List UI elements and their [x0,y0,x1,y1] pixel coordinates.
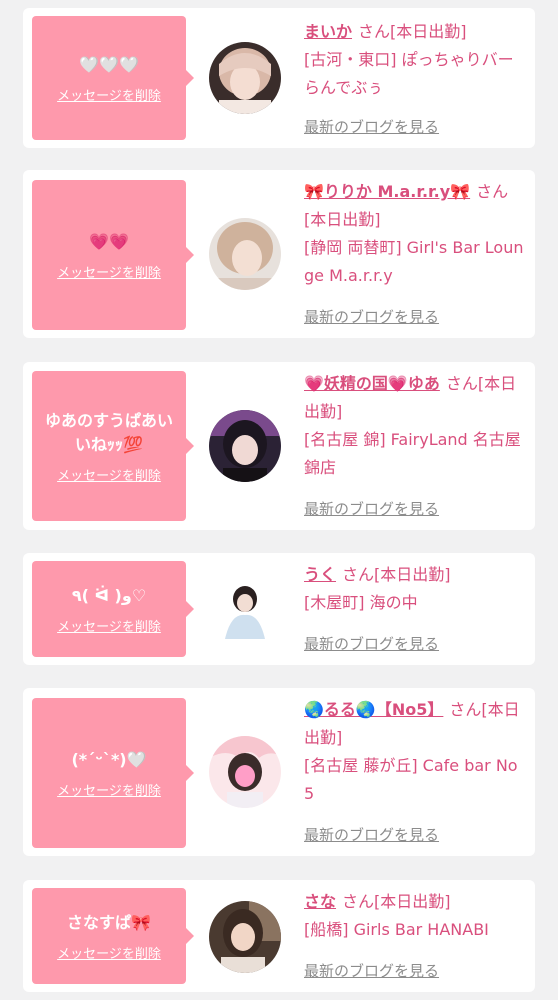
store-name: [船橋] Girls Bar HANABI [304,920,489,939]
store-name: [古河・東口] ぽっちゃりバー らんでぶぅ [304,50,514,97]
message-card: (*ˊᵕˋ*)🤍 メッセージを削除 🌏るる🌏【No5】 さん[本日出勤] [名古屋… [23,688,535,856]
latest-blog-link[interactable]: 最新のブログを見る [304,306,439,327]
message-card: 💗💗 メッセージを削除 🎀りりか M.a.r.r.y🎀 さん [本日出勤] [静岡 … [23,170,535,338]
avatar[interactable] [209,736,281,808]
attendance-status: [本日出勤] [374,892,451,911]
delete-message-link[interactable]: メッセージを削除 [57,616,161,635]
delete-message-link[interactable]: メッセージを削除 [57,465,161,484]
latest-blog-link[interactable]: 最新のブログを見る [304,498,439,519]
honorific: さん [449,700,482,719]
message-bubble: ゆあのすうぱあいいねｯｯ💯 メッセージを削除 [32,371,194,521]
avatar[interactable] [209,42,281,114]
store-name: [静岡 両替町] Girl's Bar Lounge M.a.r.r.y [304,238,524,285]
cast-info: 💗妖精の国💗ゆあ さん[本日出勤] [名古屋 錦] FairyLand 名古屋錦店 [304,370,526,482]
honorific: さん [445,374,478,393]
honorific: さん [358,22,391,41]
cast-info: 🎀りりか M.a.r.r.y🎀 さん [本日出勤] [静岡 両替町] Girl's … [304,178,526,290]
honorific: さん [342,565,375,584]
store-name: [名古屋 錦] FairyLand 名古屋錦店 [304,430,521,477]
avatar[interactable] [209,410,281,482]
latest-blog-link[interactable]: 最新のブログを見る [304,633,439,654]
latest-blog-link[interactable]: 最新のブログを見る [304,824,439,845]
delete-message-link[interactable]: メッセージを削除 [57,943,161,962]
message-text: さなすぱ🎀 [67,912,151,932]
message-bubble: さなすぱ🎀 メッセージを削除 [32,888,194,984]
avatar[interactable] [209,218,281,290]
attendance-status: [本日出勤] [304,210,381,229]
delete-message-link[interactable]: メッセージを削除 [57,262,161,281]
message-text: 💗💗 [89,231,129,251]
cast-name-link[interactable]: 💗妖精の国💗ゆあ [304,374,440,393]
latest-blog-link[interactable]: 最新のブログを見る [304,116,439,137]
cast-name-link[interactable]: 🎀りりか M.a.r.r.y🎀 [304,182,470,201]
honorific: さん [342,892,375,911]
message-card: ٩( ᐛ )و♡ メッセージを削除 うく さん[本日出勤] [木屋町] 海の中 最… [23,553,535,665]
message-text: ゆあのすうぱあいいねｯｯ💯 [44,410,173,454]
cast-info: うく さん[本日出勤] [木屋町] 海の中 [304,561,526,617]
message-card: さなすぱ🎀 メッセージを削除 さな さん[本日出勤] [船橋] Girls Bar… [23,880,535,992]
store-name: [木屋町] 海の中 [304,593,418,612]
cast-info: さな さん[本日出勤] [船橋] Girls Bar HANABI [304,888,526,944]
honorific: さん [476,182,509,201]
attendance-status: [本日出勤] [374,565,451,584]
delete-message-link[interactable]: メッセージを削除 [57,85,161,104]
message-bubble: 💗💗 メッセージを削除 [32,180,194,330]
message-card: ゆあのすうぱあいいねｯｯ💯 メッセージを削除 💗妖精の国💗ゆあ さん[本日出勤] … [23,362,535,530]
message-bubble: (*ˊᵕˋ*)🤍 メッセージを削除 [32,698,194,848]
message-card: 🤍🤍🤍 メッセージを削除 まいか さん[本日出勤] [古河・東口] ぽっちゃりバー… [23,8,535,148]
cast-info: 🌏るる🌏【No5】 さん[本日出勤] [名古屋 藤が丘] Cafe bar No5 [304,696,526,808]
store-name: [名古屋 藤が丘] Cafe bar No5 [304,756,518,803]
avatar[interactable] [209,901,281,973]
message-text: (*ˊᵕˋ*)🤍 [71,749,147,769]
avatar[interactable] [209,573,281,645]
cast-info: まいか さん[本日出勤] [古河・東口] ぽっちゃりバー らんでぶぅ [304,18,526,102]
message-text: ٩( ᐛ )و♡ [71,585,147,605]
attendance-status: [本日出勤] [390,22,467,41]
delete-message-link[interactable]: メッセージを削除 [57,780,161,799]
message-bubble: ٩( ᐛ )و♡ メッセージを削除 [32,561,194,657]
message-bubble: 🤍🤍🤍 メッセージを削除 [32,16,194,140]
cast-name-link[interactable]: まいか [304,22,352,41]
cast-name-link[interactable]: うく [304,565,336,584]
cast-name-link[interactable]: 🌏るる🌏【No5】 [304,700,443,719]
latest-blog-link[interactable]: 最新のブログを見る [304,960,439,981]
message-text: 🤍🤍🤍 [79,54,139,74]
cast-name-link[interactable]: さな [304,892,336,911]
